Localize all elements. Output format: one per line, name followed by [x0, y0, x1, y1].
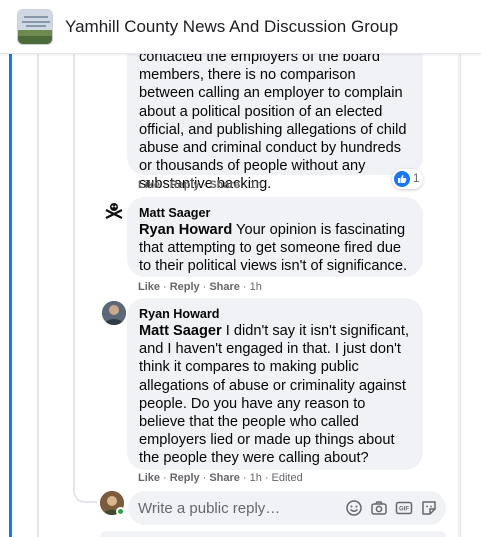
reply-thread-line [73, 54, 75, 494]
right-card [460, 54, 481, 537]
comment-bubble: Matt Saager Ryan Howard Your opinion is … [127, 197, 423, 277]
next-comment-edge [100, 531, 446, 537]
edited-label[interactable]: Edited [272, 472, 303, 484]
svg-text:GIF: GIF [399, 507, 409, 513]
comment-text: I didn't say it isn't significant, and I… [139, 323, 410, 467]
reply-link[interactable]: Reply [170, 179, 200, 191]
reply-link[interactable]: Reply [170, 281, 200, 293]
reply-thread-curve [73, 470, 97, 503]
comment-actions: Like · Reply · Share · 1h · Edited [138, 472, 303, 484]
comment-bubble: contacted the employers of the board mem… [127, 38, 423, 192]
avatar[interactable] [102, 199, 126, 223]
comment-text: contacted the employers of the board mem… [139, 49, 407, 193]
mention-link[interactable]: Matt Saager [139, 323, 222, 339]
share-link[interactable]: Share [209, 281, 240, 293]
group-header: Yamhill County News And Discussion Group [0, 0, 481, 54]
reaction-count: 1 [413, 173, 420, 185]
like-link[interactable]: Like [138, 472, 160, 484]
sticker-icon[interactable] [420, 499, 438, 517]
thread-line [37, 54, 39, 537]
online-status-dot [116, 507, 125, 516]
timestamp[interactable]: 1h [250, 472, 262, 484]
like-link[interactable]: Like [138, 281, 160, 293]
reply-icon-bar: GIF [345, 499, 438, 517]
camera-icon[interactable] [370, 499, 388, 517]
right-panel [458, 54, 481, 537]
reply-input[interactable]: Write a public reply… GIF [128, 491, 446, 525]
reply-link[interactable]: Reply [170, 472, 200, 484]
like-link[interactable]: Like [138, 179, 160, 191]
group-title[interactable]: Yamhill County News And Discussion Group [65, 17, 398, 37]
timestamp[interactable]: 1h [250, 281, 262, 293]
gif-icon[interactable]: GIF [395, 499, 413, 517]
timestamp[interactable]: 1h [250, 179, 262, 191]
comment-author[interactable]: Ryan Howard [139, 306, 411, 322]
emoji-icon[interactable] [345, 499, 363, 517]
share-link[interactable]: Share [209, 179, 240, 191]
comment-actions: Like · Reply · Share · 1h [138, 281, 262, 293]
mention-link[interactable]: Ryan Howard [139, 222, 232, 238]
comment-author[interactable]: Matt Saager [139, 205, 411, 221]
avatar[interactable] [102, 301, 126, 325]
comment-bubble: Ryan Howard Matt Saager I didn't say it … [127, 298, 423, 470]
comment-actions: Like · Reply · Share · 1h [138, 179, 262, 191]
group-avatar[interactable] [17, 9, 53, 45]
reaction-badge[interactable]: 1 [392, 169, 424, 189]
thread-highlight [9, 54, 12, 537]
like-icon [394, 171, 410, 187]
reply-composer: Write a public reply… GIF [100, 491, 448, 525]
reply-placeholder: Write a public reply… [138, 500, 281, 517]
share-link[interactable]: Share [209, 472, 240, 484]
